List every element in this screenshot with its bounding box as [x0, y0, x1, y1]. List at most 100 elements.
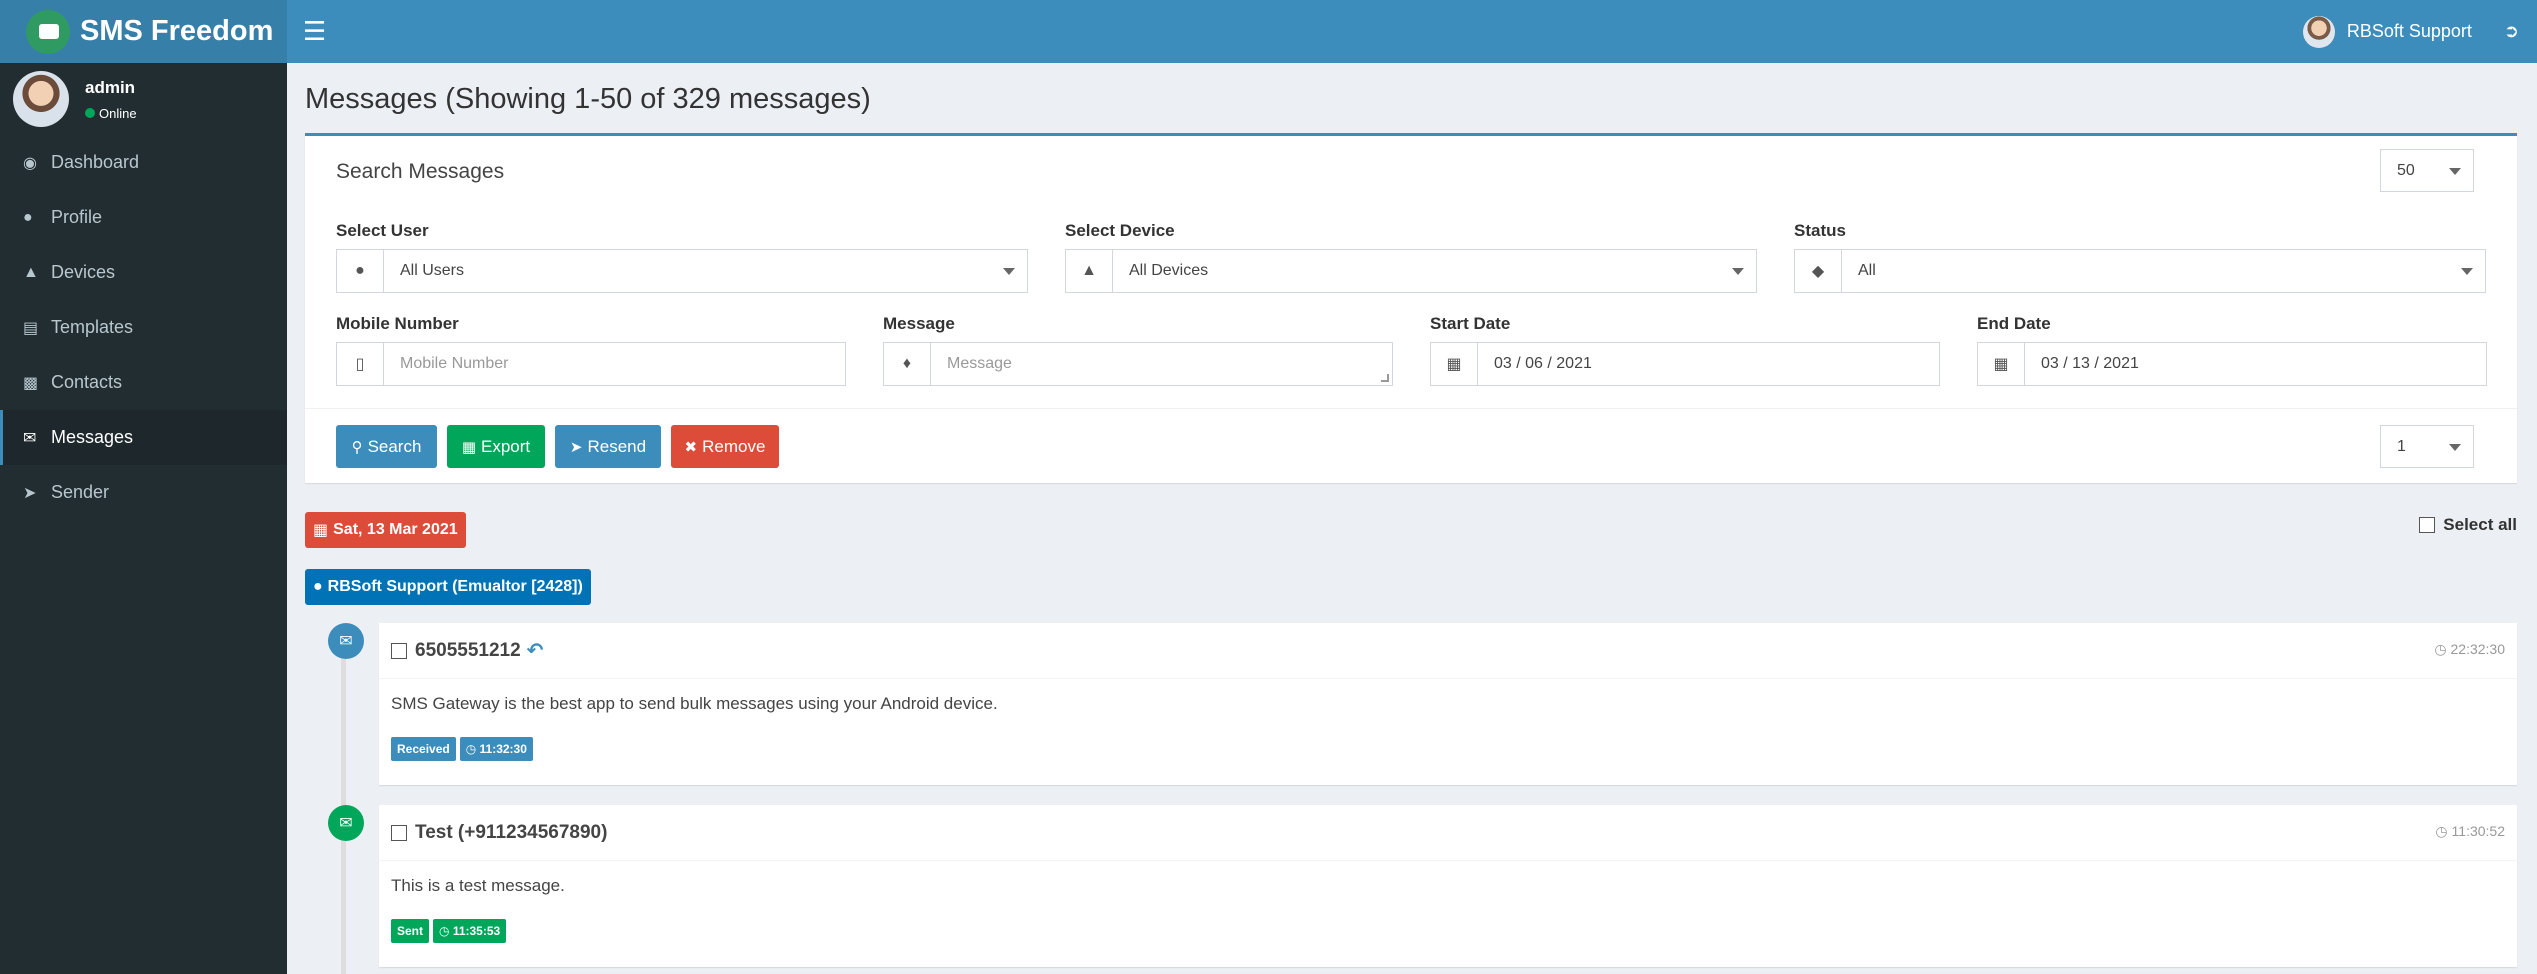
end-date-input[interactable]: 03 / 13 / 2021 — [2025, 342, 2487, 386]
paper-plane-icon: ➤ — [569, 438, 583, 456]
mobile-number-label: Mobile Number — [336, 314, 459, 333]
android-icon: ▲ — [1065, 249, 1113, 293]
message-checkbox[interactable] — [391, 642, 407, 659]
chevron-down-icon — [2461, 268, 2473, 275]
end-date-value: 03 / 13 / 2021 — [2041, 355, 2139, 372]
avatar — [13, 71, 69, 127]
remove-button-label: Remove — [702, 436, 766, 456]
select-user-label: Select User — [336, 221, 429, 240]
message-item: Test (+911234567890) ◷ 11:30:52 This is … — [379, 805, 2517, 967]
resize-handle-icon[interactable] — [1381, 374, 1389, 382]
main-content: Messages (Showing 1-50 of 329 messages) … — [287, 63, 2537, 974]
remove-button[interactable]: ✖ Remove — [671, 425, 779, 468]
select-device[interactable]: All Devices — [1113, 249, 1757, 293]
per-page-select[interactable]: 50 — [2380, 149, 2474, 192]
calendar-icon: ▦ — [1977, 342, 2025, 386]
sidebar-item-label: Templates — [51, 317, 134, 337]
page-select[interactable]: 1 — [2380, 425, 2474, 468]
mobile-number-input[interactable] — [400, 355, 845, 373]
search-button[interactable]: ⚲ Search — [336, 425, 437, 468]
topbar-user-name: RBSoft Support — [2346, 21, 2472, 41]
sidebar-item-messages[interactable]: ✉ Messages — [0, 410, 287, 465]
sidebar-item-sender[interactable]: ➤ Sender — [0, 465, 287, 520]
message-time: ◷ 22:32:30 — [2434, 641, 2505, 658]
select-all-checkbox[interactable] — [2419, 517, 2436, 533]
message-body: SMS Gateway is the best app to send bulk… — [391, 694, 998, 713]
status-time-badge: ◷ 11:35:53 — [433, 919, 507, 943]
envelope-icon: ✉ — [328, 623, 364, 659]
per-page-value: 50 — [2397, 161, 2415, 179]
user-badge-text: RBSoft Support (Emualtor [2428]) — [327, 578, 583, 595]
user-icon: ● — [313, 578, 323, 595]
export-button-label: Export — [481, 436, 531, 456]
message-item: 6505551212 ↶ ◷ 22:32:30 SMS Gateway is th… — [379, 623, 2517, 785]
chevron-down-icon — [1732, 268, 1744, 275]
mobile-number-group: ▯ — [336, 342, 846, 386]
user-icon: ● — [336, 249, 384, 293]
comments-icon: ♦ — [883, 342, 931, 386]
chevron-down-icon — [2449, 443, 2461, 451]
message-input[interactable] — [947, 355, 1392, 373]
template-icon: ▤ — [23, 319, 39, 337]
logo[interactable]: SMS Freedom — [0, 0, 287, 63]
message-checkbox[interactable] — [391, 824, 407, 841]
app-name: SMS Freedom — [80, 15, 274, 47]
sidebar-item-devices[interactable]: ▲ Devices — [0, 245, 287, 300]
reply-icon[interactable]: ↶ — [527, 638, 544, 663]
clock-icon: ◷ — [2435, 823, 2452, 839]
file-excel-icon: ▦ — [461, 438, 477, 456]
header: SMS Freedom ☰ RBSoft Support ➲ — [0, 0, 2537, 63]
tag-icon: ◆ — [1794, 249, 1842, 293]
select-device-label: Select Device — [1065, 221, 1175, 240]
start-date-group: ▦ 03 / 06 / 2021 — [1430, 342, 1940, 386]
status-select[interactable]: All — [1842, 249, 2486, 293]
paper-plane-icon: ➤ — [23, 484, 37, 502]
search-icon: ⚲ — [351, 438, 363, 456]
message-header: Test (+911234567890) ◷ 11:30:52 — [379, 805, 2517, 861]
logo-icon — [26, 9, 70, 54]
sidebar-item-contacts[interactable]: ▩ Contacts — [0, 355, 287, 410]
select-all-label: Select all — [2443, 515, 2517, 534]
logout-icon[interactable]: ➲ — [2504, 21, 2519, 42]
sidebar-item-templates[interactable]: ▤ Templates — [0, 300, 287, 355]
end-date-group: ▦ 03 / 13 / 2021 — [1977, 342, 2487, 386]
page-number-value: 1 — [2397, 437, 2406, 455]
resend-button-label: Resend — [587, 436, 647, 456]
user-panel: admin Online — [0, 63, 287, 135]
message-body: This is a test message. — [391, 876, 565, 895]
end-date-label: End Date — [1977, 314, 2051, 333]
sidebar-item-label: Messages — [51, 427, 134, 447]
sidebar-item-label: Dashboard — [51, 152, 140, 172]
user-status: Online — [85, 106, 137, 121]
status-value: All — [1858, 262, 1876, 279]
sidebar-item-profile[interactable]: ● Profile — [0, 190, 287, 245]
start-date-label: Start Date — [1430, 314, 1511, 333]
export-button[interactable]: ▦ Export — [447, 425, 545, 468]
message-number-text: 6505551212 — [415, 639, 521, 661]
timeline-line — [341, 631, 346, 974]
message-number-text: Test (+911234567890) — [415, 821, 608, 843]
start-date-input[interactable]: 03 / 06 / 2021 — [1478, 342, 1940, 386]
message-number: 6505551212 ↶ — [415, 638, 543, 663]
message-group: ♦ — [883, 342, 1393, 386]
user-menu[interactable]: RBSoft Support ➲ — [2302, 15, 2519, 48]
menu-toggle-icon[interactable]: ☰ — [303, 16, 326, 47]
user-status-text: Online — [99, 105, 137, 121]
select-all[interactable]: Select all — [2419, 515, 2517, 535]
sidebar-item-dashboard[interactable]: ◉ Dashboard — [0, 135, 287, 190]
select-device-value: All Devices — [1129, 262, 1209, 279]
online-dot-icon — [85, 108, 95, 118]
page-title: Messages (Showing 1-50 of 329 messages) — [305, 83, 871, 115]
mobile-phone-icon: ▯ — [336, 342, 384, 386]
sidebar-item-label: Profile — [51, 207, 103, 227]
sidebar-item-label: Devices — [51, 262, 116, 282]
resend-button[interactable]: ➤ Resend — [555, 425, 661, 468]
address-card-icon: ▩ — [23, 374, 39, 392]
close-icon: ✖ — [684, 438, 698, 456]
sidebar-item-label: Sender — [51, 482, 110, 502]
chevron-down-icon — [1003, 268, 1015, 275]
sidebar: admin Online ◉ Dashboard ● Profile ▲ Device… — [0, 63, 287, 974]
user-badge: ● RBSoft Support (Emualtor [2428]) — [305, 569, 591, 605]
message-label: Message — [883, 314, 955, 333]
select-user[interactable]: All Users — [384, 249, 1028, 293]
